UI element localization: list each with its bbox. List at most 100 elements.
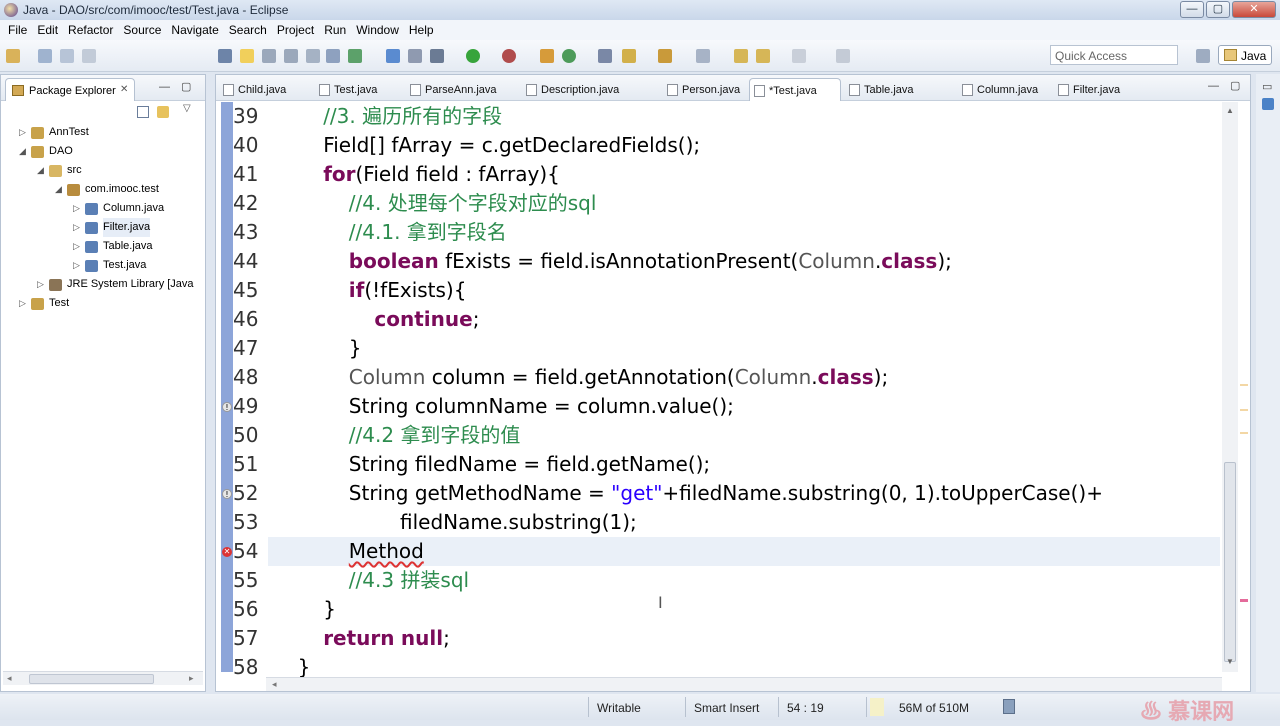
editor-vertical-scrollbar[interactable]: ▲ ▼: [1222, 102, 1238, 672]
new-java-project-icon[interactable]: [540, 49, 554, 63]
maximize-button[interactable]: ▢: [1206, 1, 1230, 18]
menu-item-search[interactable]: Search: [229, 23, 267, 37]
code-line[interactable]: String filedName = field.getName();: [349, 450, 710, 479]
last-edit-icon[interactable]: [734, 49, 748, 63]
code-line[interactable]: String columnName = column.value();: [349, 392, 734, 421]
expand-toggle-icon[interactable]: ◢: [19, 142, 26, 161]
expand-toggle-icon[interactable]: ▷: [73, 256, 80, 275]
warning-marker-icon[interactable]: !: [222, 402, 232, 412]
new-package-icon[interactable]: [562, 49, 576, 63]
expand-toggle-icon[interactable]: ▷: [73, 199, 80, 218]
show-whitespace-icon[interactable]: [262, 49, 276, 63]
tree-item[interactable]: ▷ Table.java: [1, 237, 205, 256]
tree-item[interactable]: ▷ Column.java: [1, 199, 205, 218]
collapse-all-icon[interactable]: [137, 106, 149, 118]
close-view-icon[interactable]: ✕: [120, 84, 128, 95]
minimize-view-icon[interactable]: —: [159, 81, 170, 93]
expand-toggle-icon[interactable]: ◢: [37, 161, 44, 180]
word-wrap-icon[interactable]: [306, 49, 320, 63]
editor-tab[interactable]: Child.java: [219, 78, 311, 101]
expand-toggle-icon[interactable]: ▷: [73, 218, 80, 237]
warning-marker-icon[interactable]: !: [222, 489, 232, 499]
expand-toggle-icon[interactable]: ◢: [55, 180, 62, 199]
link-with-editor-icon[interactable]: [157, 106, 169, 118]
save-icon[interactable]: [38, 49, 52, 63]
quick-access-input[interactable]: Quick Access: [1050, 45, 1178, 65]
code-line[interactable]: continue;: [374, 305, 479, 334]
editor-maximize-icon[interactable]: ▢: [1230, 79, 1240, 92]
pin-editor-icon[interactable]: [836, 49, 850, 63]
maximize-view-icon[interactable]: ▢: [181, 80, 191, 93]
code-line[interactable]: boolean fExists = field.isAnnotationPres…: [349, 247, 952, 276]
outline-view-icon[interactable]: [1262, 98, 1274, 110]
menu-item-file[interactable]: File: [8, 23, 27, 37]
code-line[interactable]: //4. 处理每个字段对应的sql: [349, 189, 597, 218]
forward-icon[interactable]: [792, 49, 806, 63]
print-icon[interactable]: [82, 49, 96, 63]
code-line[interactable]: //4.2 拿到字段的值: [349, 421, 521, 450]
minimize-button[interactable]: —: [1180, 1, 1204, 18]
task-icon[interactable]: [348, 49, 362, 63]
coverage-icon[interactable]: [502, 49, 516, 63]
editor-tab[interactable]: Table.java: [845, 78, 955, 101]
menu-item-window[interactable]: Window: [356, 23, 399, 37]
editor-tab[interactable]: *Test.java: [749, 78, 841, 101]
external-tools-icon[interactable]: [386, 49, 400, 63]
code-line[interactable]: if(!fExists){: [349, 276, 467, 305]
tree-item[interactable]: ▷ Test: [1, 294, 205, 313]
tree-item[interactable]: ▷ AnnTest: [1, 123, 205, 142]
expand-toggle-icon[interactable]: ▷: [73, 237, 80, 256]
error-marker-icon[interactable]: ✕: [222, 547, 232, 557]
tree-item[interactable]: ▷ JRE System Library [Java: [1, 275, 205, 294]
code-line[interactable]: Field[] fArray = c.getDeclaredFields();: [323, 131, 700, 160]
menu-item-navigate[interactable]: Navigate: [171, 23, 218, 37]
code-line[interactable]: //4.3 拼装sql: [349, 566, 469, 595]
open-type-icon[interactable]: [598, 49, 612, 63]
code-line[interactable]: filedName.substring(1);: [400, 508, 637, 537]
menu-item-edit[interactable]: Edit: [37, 23, 58, 37]
menu-item-source[interactable]: Source: [123, 23, 161, 37]
next-annotation-icon[interactable]: [696, 49, 710, 63]
code-line[interactable]: //3. 遍历所有的字段: [323, 102, 502, 131]
restore-icon[interactable]: ▭: [1262, 80, 1272, 93]
scroll-thumb[interactable]: [1224, 462, 1236, 662]
close-button[interactable]: ✕: [1232, 1, 1276, 18]
run-icon[interactable]: [466, 49, 480, 63]
code-line[interactable]: }: [323, 595, 336, 624]
java-editor[interactable]: — ▢ Child.java Test.java ParseAnn.java Desc…: [215, 74, 1251, 692]
java-perspective-button[interactable]: Java: [1218, 45, 1272, 65]
editor-tab[interactable]: Person.java: [663, 78, 745, 101]
search-icon[interactable]: [622, 49, 636, 63]
editor-minimize-icon[interactable]: —: [1208, 80, 1219, 92]
code-line[interactable]: }: [349, 334, 362, 363]
overview-ruler[interactable]: [1238, 102, 1250, 672]
code-line[interactable]: String getMethodName = "get"+filedName.s…: [349, 479, 1103, 508]
back-icon[interactable]: [756, 49, 770, 63]
editor-tab[interactable]: Filter.java: [1054, 78, 1144, 101]
editor-horizontal-scrollbar[interactable]: ◂: [266, 677, 1222, 691]
editor-tab[interactable]: ParseAnn.java: [406, 78, 518, 101]
skip-breakpoints-icon[interactable]: [408, 49, 422, 63]
view-menu-icon[interactable]: ▽: [183, 103, 191, 114]
menu-item-refactor[interactable]: Refactor: [68, 23, 113, 37]
menu-item-help[interactable]: Help: [409, 23, 434, 37]
show-console-icon[interactable]: [326, 49, 340, 63]
code-line[interactable]: Method: [349, 537, 424, 566]
new-icon[interactable]: [6, 49, 20, 63]
block-selection-icon[interactable]: [284, 49, 298, 63]
expand-toggle-icon[interactable]: ▷: [37, 275, 44, 294]
editor-tab[interactable]: Test.java: [315, 78, 403, 101]
toggle-highlight-icon[interactable]: [240, 49, 254, 63]
code-line[interactable]: for(Field field : fArray){: [323, 160, 560, 189]
editor-tab[interactable]: Description.java: [522, 78, 660, 101]
menu-item-run[interactable]: Run: [324, 23, 346, 37]
save-all-icon[interactable]: [60, 49, 74, 63]
debug-icon[interactable]: [430, 49, 444, 63]
tree-item[interactable]: ▷ Filter.java: [1, 218, 205, 237]
tree-item[interactable]: ▷ Test.java: [1, 256, 205, 275]
tree-item[interactable]: ◢ com.imooc.test: [1, 180, 205, 199]
expand-toggle-icon[interactable]: ▷: [19, 123, 26, 142]
tree-item[interactable]: ◢ DAO: [1, 142, 205, 161]
garbage-collect-icon[interactable]: [1003, 699, 1015, 714]
menu-item-project[interactable]: Project: [277, 23, 314, 37]
